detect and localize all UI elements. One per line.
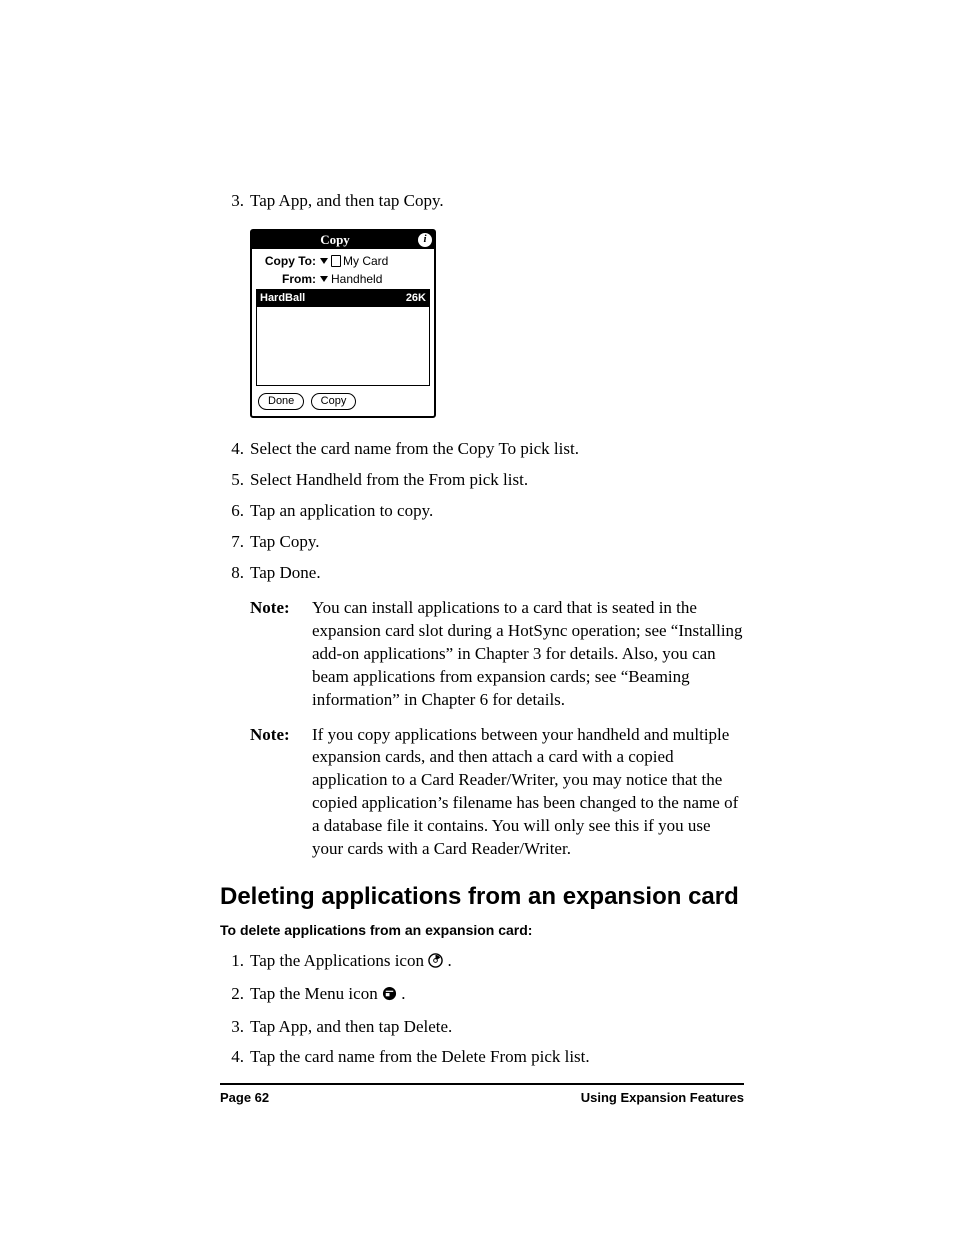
step-number: 3. (220, 1016, 244, 1039)
from-value[interactable]: Handheld (331, 271, 382, 287)
step-text: Tap App, and then tap Delete. (250, 1016, 744, 1039)
section-heading: Deleting applications from an expansion … (220, 883, 744, 911)
step-number: 2. (220, 983, 244, 1008)
from-label: From: (256, 271, 316, 287)
delete-step-2: 2. Tap the Menu icon . (220, 983, 744, 1008)
dialog-titlebar: Copy i (252, 231, 434, 249)
card-icon (331, 255, 341, 267)
delete-step-4: 4. Tap the card name from the Delete Fro… (220, 1046, 744, 1069)
dropdown-icon[interactable] (320, 276, 328, 282)
page-footer: Page 62 Using Expansion Features (220, 1083, 744, 1107)
step-4: 4. Select the card name from the Copy To… (220, 438, 744, 461)
app-size: 26K (406, 291, 426, 306)
delete-step-3: 3. Tap App, and then tap Delete. (220, 1016, 744, 1039)
step-8: 8. Tap Done. (220, 562, 744, 585)
copy-dialog-screenshot: Copy i Copy To: My Card From: Handheld (250, 229, 744, 418)
note-label: Note: (250, 597, 312, 712)
step-number: 6. (220, 500, 244, 523)
page-number: Page 62 (220, 1089, 269, 1107)
step-text: Tap App, and then tap Copy. (250, 190, 744, 213)
copy-button[interactable]: Copy (311, 393, 357, 410)
note-label: Note: (250, 724, 312, 862)
subheading: To delete applications from an expansion… (220, 921, 744, 940)
step-text: Tap an application to copy. (250, 500, 744, 523)
dialog-title: Copy (252, 231, 418, 249)
step-text: Tap the card name from the Delete From p… (250, 1046, 744, 1069)
note-2: Note: If you copy applications between y… (250, 724, 744, 862)
step-number: 4. (220, 1046, 244, 1069)
step-3: 3. Tap App, and then tap Copy. (220, 190, 744, 213)
step-number: 4. (220, 438, 244, 461)
step-number: 3. (220, 190, 244, 213)
step-number: 7. (220, 531, 244, 554)
step-text: Select Handheld from the From pick list. (250, 469, 744, 492)
step-text: Select the card name from the Copy To pi… (250, 438, 744, 461)
list-item[interactable]: HardBall 26K (257, 290, 429, 307)
note-1: Note: You can install applications to a … (250, 597, 744, 712)
dropdown-icon[interactable] (320, 258, 328, 264)
palm-dialog: Copy i Copy To: My Card From: Handheld (250, 229, 436, 418)
copy-to-value[interactable]: My Card (343, 253, 388, 269)
step-text: Tap Copy. (250, 531, 744, 554)
done-button[interactable]: Done (258, 393, 304, 410)
step-number: 1. (220, 950, 244, 975)
step-text: Tap the Menu icon . (250, 983, 744, 1008)
app-name: HardBall (260, 291, 305, 306)
step-text: Tap the Applications icon . (250, 950, 744, 975)
delete-step-1: 1. Tap the Applications icon . (220, 950, 744, 975)
from-row: From: Handheld (256, 271, 430, 287)
note-text: If you copy applications between your ha… (312, 724, 744, 862)
applications-icon (428, 952, 443, 975)
copy-to-row: Copy To: My Card (256, 253, 430, 269)
step-text: Tap Done. (250, 562, 744, 585)
step-number: 8. (220, 562, 244, 585)
info-icon[interactable]: i (418, 233, 432, 247)
step-6: 6. Tap an application to copy. (220, 500, 744, 523)
note-text: You can install applications to a card t… (312, 597, 744, 712)
copy-to-label: Copy To: (256, 253, 316, 269)
step-7: 7. Tap Copy. (220, 531, 744, 554)
menu-icon (382, 985, 397, 1008)
chapter-title: Using Expansion Features (581, 1089, 744, 1107)
step-number: 5. (220, 469, 244, 492)
step-5: 5. Select Handheld from the From pick li… (220, 469, 744, 492)
app-list: HardBall 26K (256, 289, 430, 386)
